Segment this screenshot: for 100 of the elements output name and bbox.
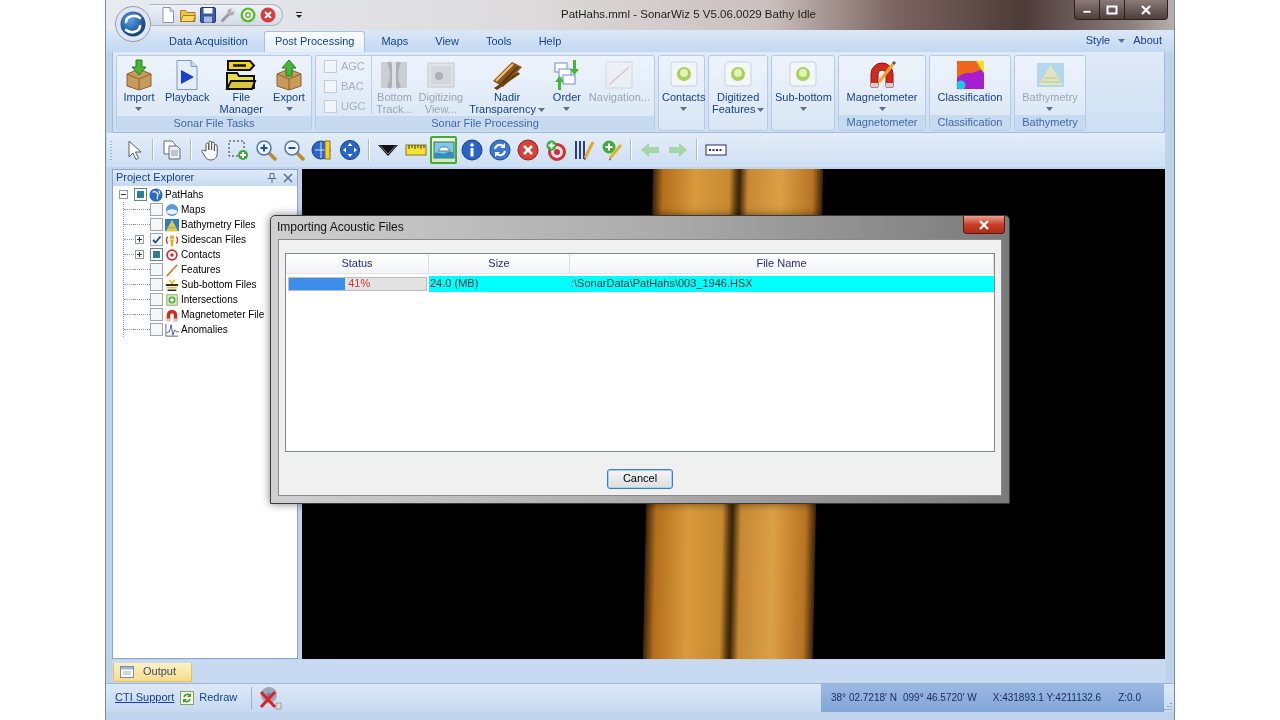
refresh-icon: [180, 691, 195, 705]
tree-item-label[interactable]: Features: [181, 263, 221, 276]
tree-item-label[interactable]: Bathymetry Files: [181, 218, 256, 231]
ribbon-button[interactable]: Magnetometer: [844, 56, 920, 112]
box-arrow-down-icon: [123, 59, 155, 91]
tree-item-label[interactable]: Magnetometer File: [181, 308, 265, 321]
minus-box-icon[interactable]: [119, 190, 128, 199]
grip-handle-icon[interactable]: [109, 139, 113, 161]
ribbon-button[interactable]: Import: [121, 56, 157, 112]
resize-grip-icon[interactable]: [1164, 702, 1172, 710]
ribbon-button[interactable]: Playback: [162, 56, 212, 104]
tree-item-label[interactable]: Contacts: [181, 248, 221, 261]
column-header[interactable]: Status: [286, 254, 429, 273]
tree-item-label[interactable]: PatHahs: [165, 188, 204, 201]
select-area-icon: [226, 139, 249, 161]
tree-item-label[interactable]: Maps: [181, 203, 206, 216]
tree-checkbox[interactable]: [150, 308, 163, 321]
ribbon-menu-button[interactable]: About: [1133, 34, 1162, 48]
zoom-in-icon: [254, 139, 277, 161]
new-document-icon[interactable]: [160, 7, 176, 23]
maximize-icon: [1106, 4, 1118, 15]
plus-square-icon: [165, 292, 179, 307]
ribbon-button[interactable]: Contacts: [660, 56, 708, 112]
plus-box-icon[interactable]: [135, 235, 144, 244]
app-orb-icon[interactable]: [115, 6, 151, 42]
copy-icon: [160, 139, 183, 161]
ribbon-tab[interactable]: Tools: [474, 31, 523, 52]
support-link[interactable]: CTI Support: [115, 691, 175, 705]
target-plus-icon: [544, 139, 567, 161]
group-label: Classification: [930, 115, 1010, 130]
check-icon: [151, 234, 162, 245]
column-header[interactable]: File Name: [570, 254, 994, 273]
output-tab[interactable]: Output: [113, 663, 192, 682]
panel-title: Project Explorer: [116, 171, 196, 185]
close-icon: [1140, 4, 1152, 15]
cross-circle-icon[interactable]: [260, 7, 276, 23]
tree-item-label[interactable]: Intersections: [181, 293, 238, 306]
ribbon-button[interactable]: Classification: [935, 56, 1005, 104]
ring-icon[interactable]: [240, 7, 256, 23]
ribbon-tab[interactable]: Help: [527, 31, 573, 52]
group-label: Sonar File Processing: [316, 116, 654, 131]
ribbon-button[interactable]: Export: [271, 56, 307, 112]
ribbon-button[interactable]: Digitized Features: [710, 56, 767, 116]
close-button[interactable]: [1125, 0, 1168, 20]
close-button[interactable]: [963, 216, 1005, 234]
list-row[interactable]: 41% 24.0 (MB) :\SonarData\PatHahs\003_1946.HSX: [286, 276, 994, 292]
xy-text: X:431893.1 Y:4211132.6: [992, 692, 1102, 704]
tree-item-label[interactable]: Sub-bottom Files: [181, 278, 257, 291]
folder-tab-icon: [225, 59, 258, 91]
tree-checkbox[interactable]: [150, 293, 163, 306]
pin-icon[interactable]: [267, 173, 277, 183]
group-label: Sonar File Tasks: [117, 116, 311, 131]
window-title: PatHahs.mml - SonarWiz 5 V5.06.0029 Bathy Idle: [560, 8, 816, 21]
save-icon[interactable]: [200, 7, 216, 23]
striped-band-icon: [491, 59, 524, 91]
toolbar-button[interactable]: [486, 136, 513, 164]
tree-checkbox[interactable]: [134, 188, 147, 201]
maximize-button[interactable]: [1100, 0, 1125, 20]
latitude-text: 38° 02.7218' N: [831, 692, 897, 704]
ribbon-tab[interactable]: Maps: [370, 31, 420, 52]
toolbar-button[interactable]: [458, 136, 485, 164]
globe-cloud-icon: [165, 202, 179, 217]
target-icon: [165, 247, 179, 262]
tree-checkbox[interactable]: [150, 233, 163, 246]
caret-icon[interactable]: [295, 11, 303, 19]
column-header[interactable]: Size: [429, 254, 570, 273]
tree-checkbox[interactable]: [150, 263, 163, 276]
ribbon-button[interactable]: Sub-bottom: [773, 56, 834, 112]
dialog-title: Importing Acoustic Files: [277, 220, 404, 235]
ribbon-tab[interactable]: Post Processing: [263, 31, 366, 52]
ribbon-button[interactable]: File Manager: [217, 56, 265, 116]
ribbon-button[interactable]: Nadir Transparency: [467, 56, 547, 116]
ribbon-menu-button[interactable]: Style: [1085, 34, 1111, 48]
minimize-button[interactable]: [1074, 0, 1100, 20]
globe-arrows-icon: [338, 139, 361, 161]
dialog-button[interactable]: Cancel: [607, 469, 673, 489]
window-icon: [120, 666, 134, 678]
tree-checkbox[interactable]: [150, 218, 163, 231]
antenna-waves-icon: [165, 232, 179, 247]
table-cell-text: 24.0 (MB): [429, 276, 480, 292]
longitude-text: 099° 46.5720' W: [902, 692, 977, 704]
group-label: Magnetometer: [839, 115, 925, 130]
redraw-button[interactable]: Redraw: [180, 691, 238, 705]
tree-checkbox[interactable]: [150, 323, 163, 336]
toolbar-button[interactable]: [514, 136, 541, 164]
ribbon-tab[interactable]: View: [424, 31, 470, 52]
bars-pencil-icon: [572, 139, 595, 161]
tree-checkbox[interactable]: [150, 203, 163, 216]
tree-checkbox[interactable]: [150, 248, 163, 261]
ribbon-button[interactable]: Order: [548, 56, 585, 112]
plus-box-icon[interactable]: [135, 250, 144, 259]
tree-checkbox[interactable]: [150, 278, 163, 291]
waveform-icon: [165, 322, 179, 337]
tree-item-label[interactable]: Sidescan Files: [181, 233, 247, 246]
magnet-icon: [165, 307, 179, 322]
line-chart-icon: [603, 59, 636, 91]
close-icon[interactable]: [283, 173, 293, 183]
image-frame-icon: [424, 59, 457, 91]
tree-item-label[interactable]: Anomalies: [181, 323, 228, 336]
ribbon-tab[interactable]: Data Acquisition: [158, 31, 259, 52]
